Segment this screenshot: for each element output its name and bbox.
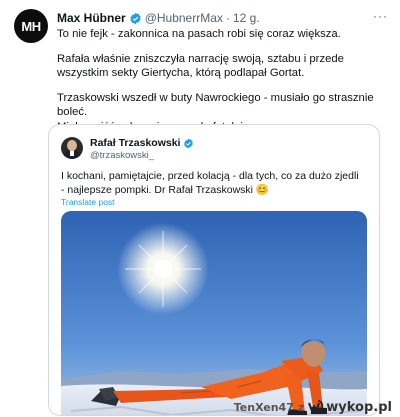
- quoted-author-row: Rafał Trzaskowski: [90, 137, 197, 149]
- author-avatar[interactable]: MH: [14, 9, 48, 43]
- watermark-site[interactable]: wykop.pl: [326, 400, 392, 415]
- tweet-header: Max Hübner @HubnerrMax · 12 g.: [57, 10, 388, 26]
- quoted-author-name[interactable]: Rafał Trzaskowski: [90, 137, 180, 149]
- watermark-z: z: [297, 400, 305, 414]
- author-name[interactable]: Max Hübner: [57, 11, 126, 25]
- quoted-author-handle[interactable]: @trzaskowski_: [90, 150, 154, 161]
- tweet-paragraph: To nie fejk - zakonnica na pasach robi s…: [57, 28, 341, 40]
- tweet-time[interactable]: 12 g.: [233, 11, 260, 25]
- quoted-tweet-text: I kochani, pamiętajcie, przed kolacją - …: [61, 170, 359, 196]
- wykop-logo-icon: [308, 400, 324, 414]
- verified-badge-icon: [129, 12, 142, 25]
- watermark-bar: TenXen47 z wykop.pl: [234, 398, 392, 416]
- quoted-author-avatar[interactable]: [61, 137, 83, 159]
- post-photo[interactable]: [61, 211, 367, 415]
- header-separator: ·: [225, 11, 230, 25]
- tweet: MH Max Hübner @HubnerrMax · 12 g. ··· To…: [0, 0, 400, 416]
- translate-post-link[interactable]: Translate post: [61, 197, 115, 207]
- tweet-paragraph: Rafała właśnie zniszczyła narrację swoją…: [57, 52, 344, 80]
- author-handle[interactable]: @HubnerrMax: [145, 11, 223, 25]
- quoted-tweet[interactable]: Rafał Trzaskowski @trzaskowski_ I kochan…: [48, 124, 380, 416]
- more-icon[interactable]: ···: [373, 9, 388, 23]
- photo-illustration: [61, 211, 367, 415]
- verified-badge-icon: [183, 138, 194, 149]
- watermark-username[interactable]: TenXen47: [234, 401, 294, 414]
- avatar-initials: MH: [21, 18, 41, 34]
